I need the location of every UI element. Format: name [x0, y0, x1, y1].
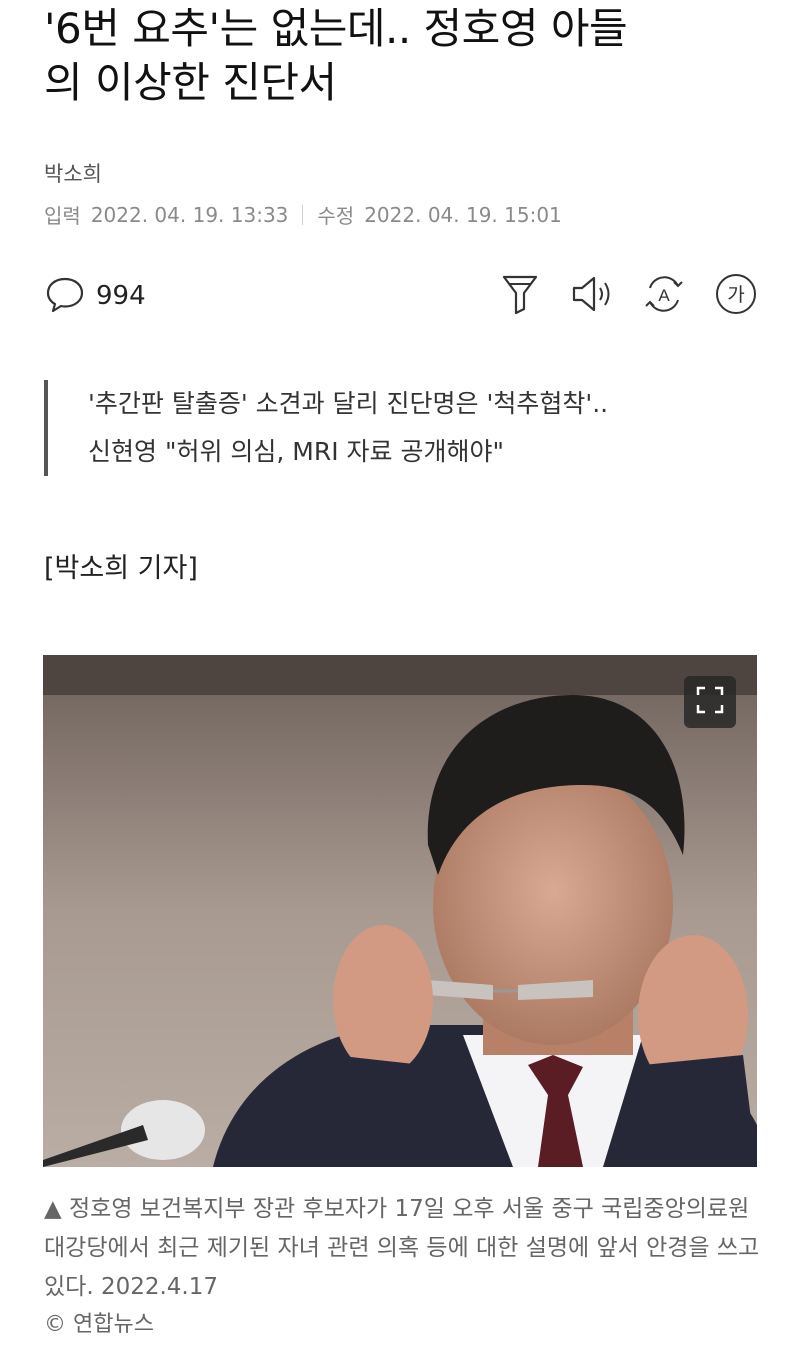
expand-photo-button[interactable] [684, 676, 736, 728]
headline-line-2: 의 이상한 진단서 [44, 58, 337, 107]
publish-dates: 입력 2022. 04. 19. 13:33 수정 2022. 04. 19. … [44, 200, 562, 229]
filter-button[interactable] [498, 274, 542, 318]
modified-date: 2022. 04. 19. 15:01 [364, 202, 562, 227]
article-headline: '6번 요추'는 없는데.. 정호영 아들 의 이상한 진단서 [44, 2, 764, 110]
headline-line-1: '6번 요추'는 없는데.. 정호영 아들 [44, 4, 628, 53]
photo-illustration [43, 655, 757, 1167]
subheadline: '추간판 탈출증' 소견과 달리 진단명은 '척추협착'.. 신현영 "허위 의… [44, 380, 800, 476]
article-toolbar: 994 A 가 [44, 272, 758, 320]
input-date: 2022. 04. 19. 13:33 [90, 202, 289, 227]
translate-icon: A [642, 272, 686, 320]
expand-icon [695, 685, 725, 719]
toolbar-tools: A 가 [470, 274, 758, 318]
font-size-glyph: 가 [727, 284, 744, 306]
comment-button[interactable]: 994 [44, 273, 146, 319]
subheadline-line-2: 신현영 "허위 의심, MRI 자료 공개해야" [88, 437, 504, 466]
translate-button[interactable]: A [642, 274, 686, 318]
speaker-icon [570, 274, 614, 318]
photo-credit: © 연합뉴스 [44, 1312, 154, 1337]
article-photo[interactable] [43, 655, 757, 1167]
input-label: 입력 [44, 204, 81, 228]
subheadline-line-1: '추간판 탈출증' 소견과 달리 진단명은 '척추협착'.. [88, 389, 609, 418]
modified-label: 수정 [317, 204, 355, 228]
photo-caption: ▲ 정호영 보건복지부 장관 후보자가 17일 오후 서울 중구 국립중앙의료원… [44, 1196, 760, 1300]
read-aloud-button[interactable] [570, 274, 614, 318]
comment-icon [44, 273, 86, 319]
translate-glyph: A [658, 286, 670, 305]
font-size-icon: 가 [714, 272, 758, 320]
font-size-button[interactable]: 가 [714, 274, 758, 318]
filter-icon [501, 273, 539, 319]
reporter-name[interactable]: 박소희 [44, 158, 102, 188]
date-divider [302, 204, 304, 225]
byline: [박소희 기자] [44, 553, 198, 584]
comment-count: 994 [96, 281, 146, 311]
